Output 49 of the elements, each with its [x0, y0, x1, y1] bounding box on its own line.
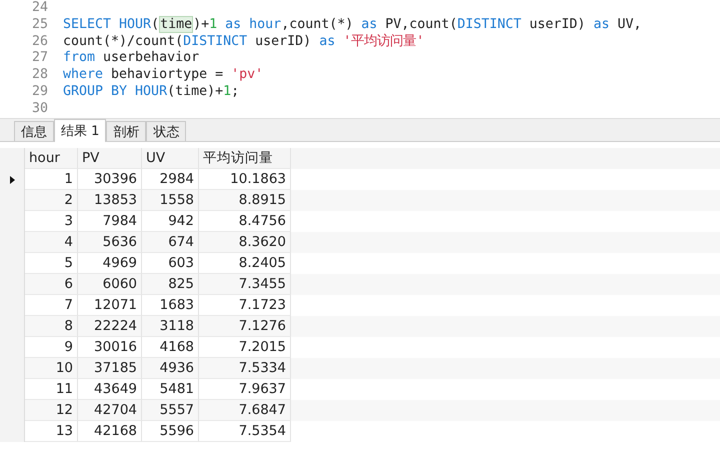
code-line: where behaviortype = 'pv': [63, 67, 264, 84]
column-header[interactable]: PV: [78, 148, 142, 169]
table-cell: 7.1276: [199, 316, 291, 337]
column-header[interactable]: UV: [142, 148, 199, 169]
table-cell: 22224: [78, 316, 142, 337]
result-tab[interactable]: 剖析: [106, 121, 146, 141]
table-cell: 2: [25, 190, 78, 211]
table-cell: 8: [25, 316, 78, 337]
table-cell: 42704: [78, 400, 142, 421]
table-cell: 825: [142, 274, 199, 295]
code-line: GROUP BY HOUR(time)+1;: [63, 84, 240, 101]
column-header[interactable]: 平均访问量: [199, 148, 291, 169]
result-tab[interactable]: 结果 1: [54, 119, 106, 142]
table-cell: 5596: [142, 421, 199, 442]
code-line: count(*)/count(DISTINCT userID) as '平均访问量': [63, 34, 424, 50]
table-cell: 5557: [142, 400, 199, 421]
table-cell: 37185: [78, 358, 142, 379]
column-header[interactable]: hour: [25, 148, 78, 169]
result-tab[interactable]: 信息: [14, 121, 54, 141]
line-number: 27: [30, 50, 48, 68]
table-cell: 5636: [78, 232, 142, 253]
line-number: 30: [30, 100, 48, 118]
table-cell: 4936: [142, 358, 199, 379]
line-number: 25: [30, 16, 48, 34]
table-cell: 10: [25, 358, 78, 379]
code-line: from userbehavior: [63, 50, 200, 68]
table-cell: 7.6847: [199, 400, 291, 421]
table-cell: 7.3455: [199, 274, 291, 295]
table-cell: 1558: [142, 190, 199, 211]
table-cell: 42168: [78, 421, 142, 442]
line-number: 28: [30, 67, 48, 84]
code-line: SELECT HOUR(time)+1 as hour,count(*) as PV,count(DISTINCT userID) as UV,: [63, 16, 642, 34]
line-number: 29: [30, 84, 48, 101]
line-number: 26: [30, 34, 48, 50]
line-number: 24: [30, 0, 48, 17]
table-cell: 13853: [78, 190, 142, 211]
table-cell: 674: [142, 232, 199, 253]
table-cell: 3118: [142, 316, 199, 337]
result-tab[interactable]: 状态: [146, 121, 186, 141]
table-cell: 6: [25, 274, 78, 295]
table-cell: 8.3620: [199, 232, 291, 253]
table-cell: 4: [25, 232, 78, 253]
row-pointer-icon: [10, 176, 14, 184]
table-cell: 13: [25, 421, 78, 442]
table-cell: 6060: [78, 274, 142, 295]
table-cell: 12: [25, 400, 78, 421]
table-cell: 7.5354: [199, 421, 291, 442]
table-cell: 7.5334: [199, 358, 291, 379]
table-cell: 8.8915: [199, 190, 291, 211]
